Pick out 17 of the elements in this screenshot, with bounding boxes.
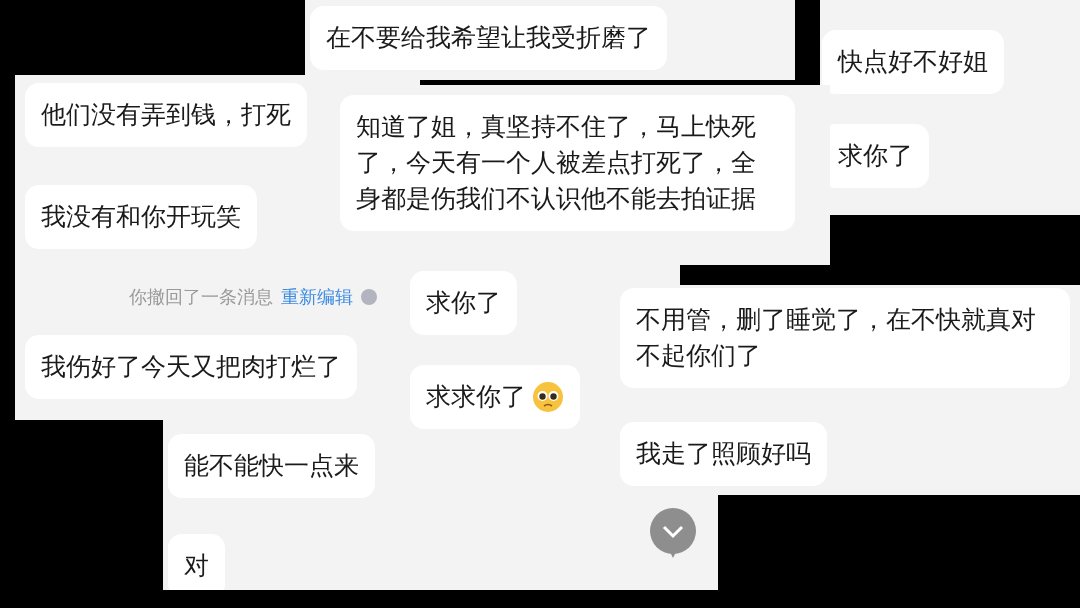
message-text: 我走了照顾好吗 xyxy=(636,438,811,470)
recall-notice: 你撤回了一条消息 xyxy=(128,285,273,309)
re-edit-link[interactable]: 重新编辑 xyxy=(280,285,353,309)
message-text: 能不能快一点来 xyxy=(184,450,359,482)
message-text: 他们没有弄到钱，打死 xyxy=(41,99,291,131)
message-text: 在不要给我希望让我受折磨了 xyxy=(326,22,651,54)
scroll-down-button[interactable] xyxy=(650,508,696,560)
message-text: 快点好不好姐 xyxy=(838,46,988,78)
message-text: 我伤好了今天又把肉打烂了 xyxy=(41,351,341,383)
message-text: 知道了姐，真坚持不住了，马上快死了，今天有一个人被差点打死了，全身都是伤我们不认识他不能去拍证据 xyxy=(356,111,757,215)
message-text: 求你了 xyxy=(426,287,501,319)
message-text: 对 xyxy=(184,550,209,582)
message-text: 求求你了 xyxy=(426,381,526,413)
message-text: 不用管，删了睡觉了，在不快就真对不起你们了 xyxy=(636,304,1037,372)
circle-icon xyxy=(360,287,377,307)
message-text: 求你了 xyxy=(838,140,913,172)
message-text: 我没有和你开玩笑 xyxy=(41,201,241,233)
